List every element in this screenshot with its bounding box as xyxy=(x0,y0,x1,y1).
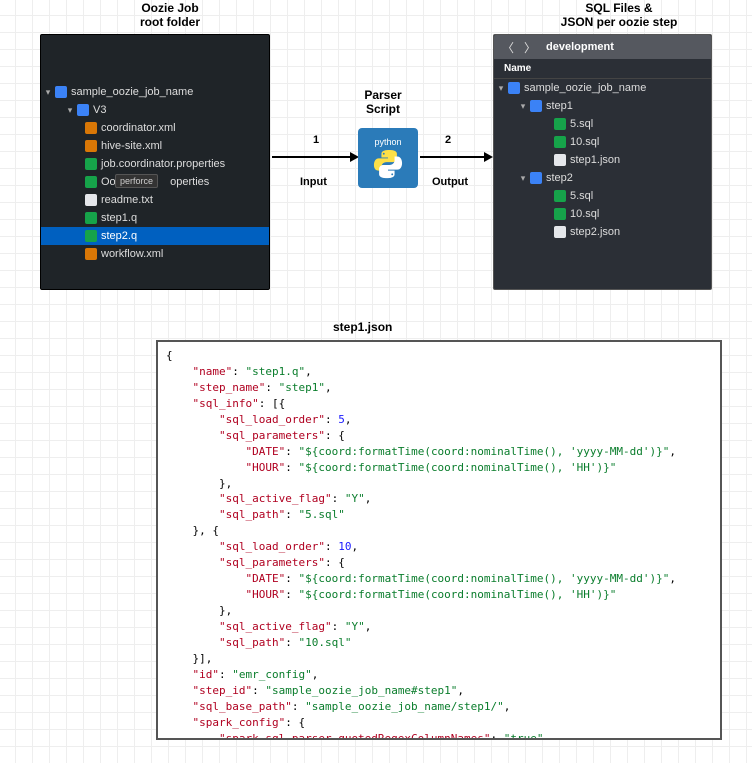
tree-row-file[interactable]: Ooz________operties perforce xyxy=(41,173,269,191)
tree-row-folder[interactable]: ▾ step2 xyxy=(494,169,711,187)
tree-label: 5.sql xyxy=(570,190,593,202)
xml-file-icon xyxy=(85,140,97,152)
python-icon-box: python xyxy=(358,128,418,188)
tree-label: job.coordinator.properties xyxy=(101,158,225,170)
code-title: step1.json xyxy=(333,320,392,334)
panel-header: 〈 〉 development xyxy=(494,35,711,59)
tree-row-file[interactable]: job.coordinator.properties xyxy=(41,155,269,173)
tree-label: step2.json xyxy=(570,226,620,238)
tree-label: V3 xyxy=(93,104,106,116)
sql-file-icon xyxy=(554,118,566,130)
txt-file-icon xyxy=(85,194,97,206)
tree-label: coordinator.xml xyxy=(101,122,176,134)
column-name-header: Name xyxy=(504,63,531,74)
tree-row-file[interactable]: hive-site.xml xyxy=(41,137,269,155)
tree-label: 10.sql xyxy=(570,208,599,220)
python-logo-icon xyxy=(373,149,403,179)
tree-row-folder[interactable]: ▾ step1 xyxy=(494,97,711,115)
label-right-header: SQL Files & JSON per oozie step xyxy=(544,2,694,30)
properties-file-icon xyxy=(85,158,97,170)
q-file-icon xyxy=(85,212,97,224)
tree-label: readme.txt xyxy=(101,194,153,206)
tree-row-file[interactable]: step1.json xyxy=(494,151,711,169)
label-center-header: Parser Script xyxy=(343,89,423,117)
chevron-down-icon: ▾ xyxy=(518,101,528,112)
folder-icon xyxy=(55,86,67,98)
tree-row-file-selected[interactable]: step2.q xyxy=(41,227,269,245)
json-file-icon xyxy=(554,226,566,238)
tree-row-file[interactable]: 5.sql xyxy=(494,187,711,205)
tree-row-file[interactable]: 10.sql xyxy=(494,133,711,151)
json-file-icon xyxy=(554,154,566,166)
column-header: Name xyxy=(494,59,711,79)
tree-label: step1.q xyxy=(101,212,137,224)
arrow-head-icon xyxy=(484,152,493,162)
tree-label: 10.sql xyxy=(570,136,599,148)
tree-label: step1.json xyxy=(570,154,620,166)
right-output-panel: 〈 〉 development Name ▾ sample_oozie_job_… xyxy=(493,34,712,290)
folder-icon xyxy=(530,100,542,112)
tree-row-file[interactable]: readme.txt xyxy=(41,191,269,209)
arrow-line-input xyxy=(272,156,352,158)
text-fragment: operties xyxy=(170,176,209,188)
chevron-down-icon: ▾ xyxy=(43,87,53,98)
tree-label: workflow.xml xyxy=(101,248,163,260)
arrow-line-output xyxy=(420,156,486,158)
nav-forward-icon[interactable]: 〉 xyxy=(524,39,536,56)
folder-icon xyxy=(508,82,520,94)
chevron-down-icon: ▾ xyxy=(65,105,75,116)
python-label: python xyxy=(374,137,401,147)
tree-row-file[interactable]: step1.q xyxy=(41,209,269,227)
tree-label: 5.sql xyxy=(570,118,593,130)
chevron-down-icon: ▾ xyxy=(496,83,506,94)
sql-file-icon xyxy=(554,190,566,202)
tree-row-root[interactable]: ▾ sample_oozie_job_name xyxy=(494,79,711,97)
label-left-header: Oozie Job root folder xyxy=(110,2,230,30)
tree-label: sample_oozie_job_name xyxy=(71,86,193,98)
tree-row-root[interactable]: ▾ sample_oozie_job_name xyxy=(41,83,269,101)
label-step-1: 1 xyxy=(313,134,319,146)
tree-label: step2.q xyxy=(101,230,137,242)
sql-file-icon xyxy=(554,208,566,220)
folder-icon xyxy=(77,104,89,116)
tree-label: sample_oozie_job_name xyxy=(524,82,646,94)
xml-file-icon xyxy=(85,122,97,134)
perforce-badge: perforce xyxy=(115,174,158,188)
tree-row-file[interactable]: workflow.xml xyxy=(41,245,269,263)
tree-row-file[interactable]: coordinator.xml xyxy=(41,119,269,137)
tree-row-file[interactable]: 10.sql xyxy=(494,205,711,223)
tree-row-sub[interactable]: ▾ V3 xyxy=(41,101,269,119)
tree-label: hive-site.xml xyxy=(101,140,162,152)
label-output: Output xyxy=(432,176,468,188)
tree-row-file[interactable]: step2.json xyxy=(494,223,711,241)
tree-row-file[interactable]: 5.sql xyxy=(494,115,711,133)
q-file-icon xyxy=(85,230,97,242)
nav-back-icon[interactable]: 〈 xyxy=(502,39,514,56)
label-input: Input xyxy=(300,176,327,188)
folder-icon xyxy=(530,172,542,184)
label-step-2: 2 xyxy=(445,134,451,146)
chevron-down-icon: ▾ xyxy=(518,173,528,184)
xml-file-icon xyxy=(85,248,97,260)
sql-file-icon xyxy=(554,136,566,148)
panel-title: development xyxy=(546,41,614,53)
left-file-tree-panel: ▾ sample_oozie_job_name ▾ V3 coordinator… xyxy=(40,34,270,290)
tree-label: step1 xyxy=(546,100,573,112)
properties-file-icon xyxy=(85,176,97,188)
json-code-panel: { "name": "step1.q", "step_name": "step1… xyxy=(156,340,722,740)
tree-label: step2 xyxy=(546,172,573,184)
